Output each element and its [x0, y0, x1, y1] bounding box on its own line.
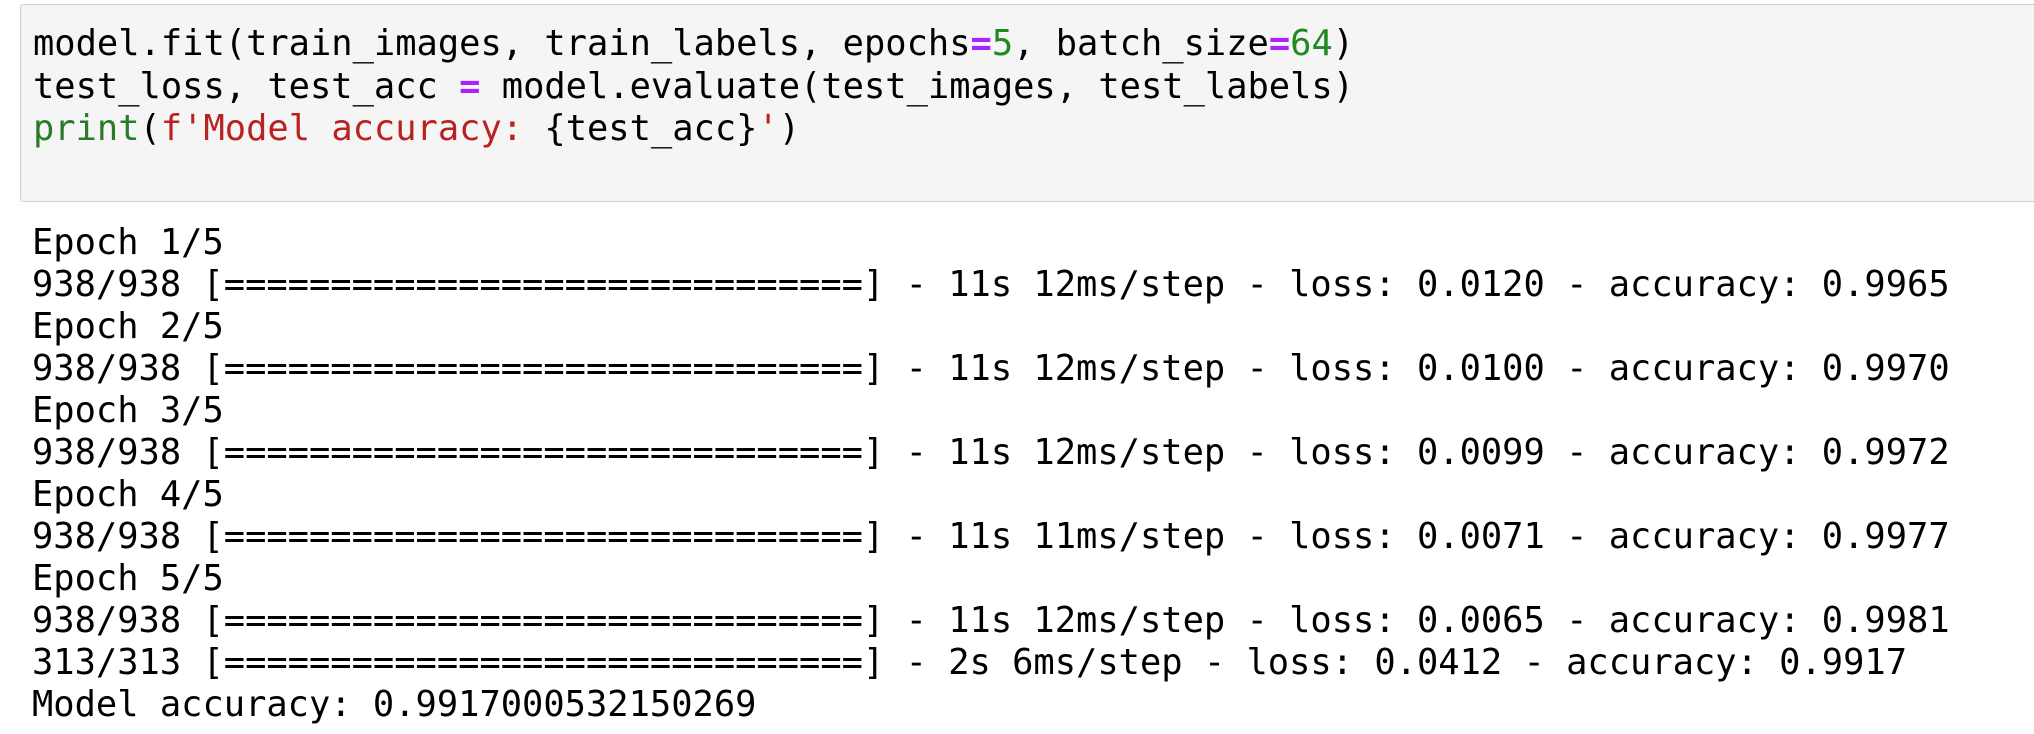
code-token: ): [778, 108, 801, 149]
string-token: ': [757, 108, 779, 149]
code-token: (: [139, 108, 161, 149]
number-token: 5: [991, 23, 1014, 64]
output-line-progress: 938/938 [==============================]…: [32, 600, 1950, 641]
cell-output: Epoch 1/5 938/938 [=====================…: [32, 222, 2022, 726]
code-line-print: print(f'Model accuracy: {test_acc}'): [33, 108, 800, 150]
code-line-evaluate: test_loss, test_acc = model.evaluate(tes…: [33, 66, 1354, 108]
output-line-epoch: Epoch 5/5: [32, 558, 224, 599]
code-token: ): [1332, 23, 1355, 64]
builtin-token: print: [33, 108, 140, 149]
output-line-epoch: Epoch 2/5: [32, 306, 224, 347]
output-line-progress: 938/938 [==============================]…: [32, 516, 1950, 557]
output-line-progress: 938/938 [==============================]…: [32, 348, 1950, 389]
string-token: f'Model accuracy:: [160, 108, 545, 149]
operator-token: =: [970, 23, 992, 64]
code-token: model.fit(train_images, train_labels, ep…: [33, 23, 971, 64]
code-line-fit: model.fit(train_images, train_labels, ep…: [33, 23, 1354, 65]
code-cell-input[interactable]: model.fit(train_images, train_labels, ep…: [20, 4, 2034, 202]
code-token: model.evaluate(test_images, test_labels): [480, 66, 1355, 107]
number-token: 64: [1290, 23, 1333, 64]
output-line-epoch: Epoch 3/5: [32, 390, 224, 431]
output-line-epoch: Epoch 4/5: [32, 474, 224, 515]
output-line-model-accuracy: Model accuracy: 0.9917000532150269: [32, 684, 757, 725]
output-line-progress: 938/938 [==============================]…: [32, 432, 1950, 473]
operator-token: =: [459, 66, 481, 107]
operator-token: =: [1268, 23, 1291, 64]
output-line-epoch: Epoch 1/5: [32, 222, 224, 263]
output-line-evaluate-progress: 313/313 [==============================]…: [32, 642, 1908, 683]
code-token: test_loss, test_acc: [33, 66, 460, 107]
code-token: , batch_size: [1013, 23, 1269, 64]
code-token: {test_acc}: [544, 108, 758, 149]
output-line-progress: 938/938 [==============================]…: [32, 264, 1950, 305]
